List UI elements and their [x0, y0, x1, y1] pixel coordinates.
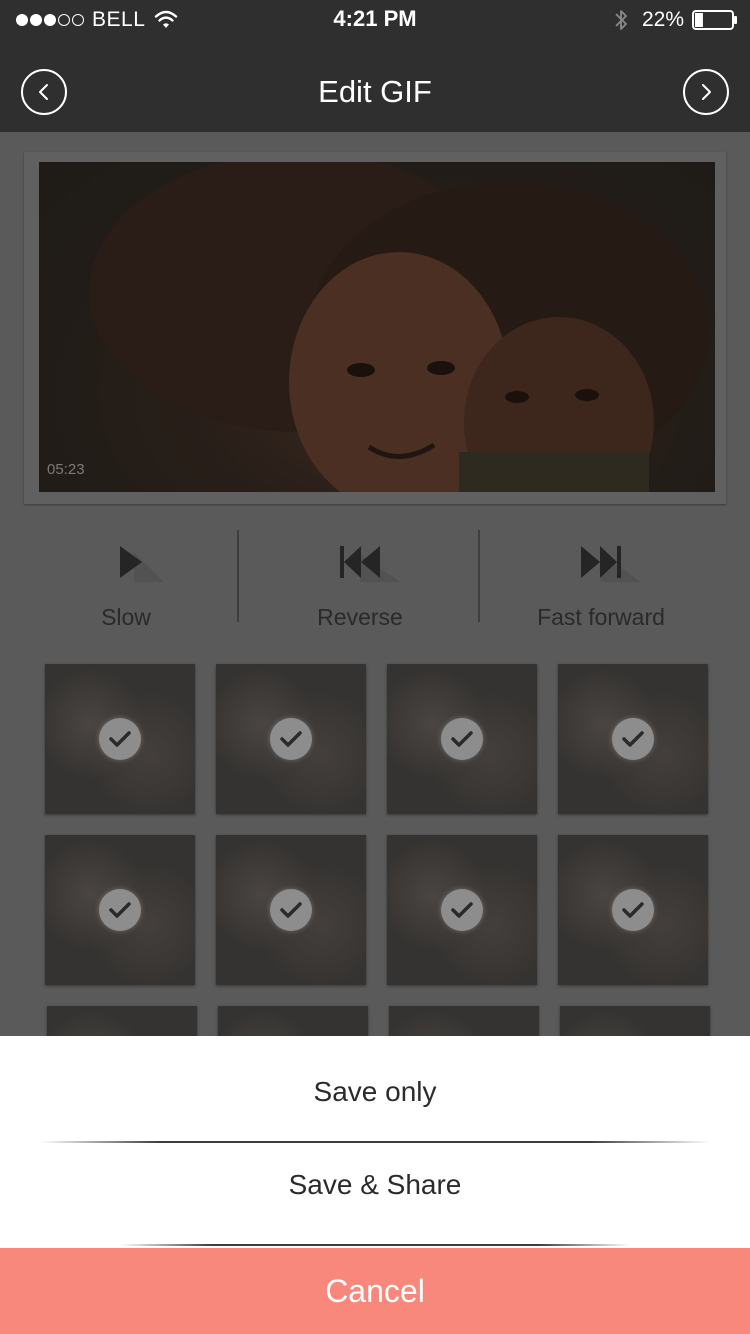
status-right: 22%: [614, 6, 738, 34]
battery-icon: [692, 10, 737, 30]
check-icon[interactable]: [270, 889, 312, 931]
frame-thumbnail[interactable]: [45, 835, 195, 985]
fast-forward-icon: [581, 546, 641, 582]
play-icon: [120, 546, 164, 582]
save-share-button[interactable]: Save & Share: [0, 1169, 750, 1201]
edit-content: 05:23 Slow Reverse Fast forward: [0, 132, 750, 1156]
frame-thumbnail[interactable]: [387, 664, 537, 814]
frame-thumbnail[interactable]: [387, 835, 537, 985]
cancel-button[interactable]: Cancel: [0, 1248, 750, 1334]
check-icon[interactable]: [99, 889, 141, 931]
fast-forward-label: Fast forward: [537, 604, 665, 630]
frame-thumbnail[interactable]: [216, 664, 366, 814]
chevron-right-icon: [702, 84, 711, 100]
rewind-icon: [340, 546, 400, 582]
status-bar: BELL 4:21 PM 22%: [0, 0, 750, 40]
frame-thumbnail[interactable]: [45, 664, 195, 814]
check-icon[interactable]: [270, 718, 312, 760]
fast-forward-control[interactable]: Fast forward: [481, 530, 721, 634]
next-button[interactable]: [683, 69, 729, 115]
divider: [40, 1141, 710, 1143]
check-icon[interactable]: [612, 718, 654, 760]
frame-grid: [0, 664, 750, 1156]
frame-thumbnail[interactable]: [558, 664, 708, 814]
divider: [120, 1244, 630, 1246]
page-title: Edit GIF: [318, 74, 432, 109]
bluetooth-icon: [615, 10, 627, 30]
reverse-label: Reverse: [317, 604, 403, 630]
check-icon[interactable]: [441, 718, 483, 760]
check-icon[interactable]: [441, 889, 483, 931]
slow-control[interactable]: Slow: [6, 530, 246, 634]
nav-bar: Edit GIF: [0, 40, 750, 132]
slow-label: Slow: [101, 604, 151, 630]
video-timestamp: 05:23: [47, 461, 85, 478]
divider: [237, 530, 239, 622]
check-icon[interactable]: [612, 889, 654, 931]
reverse-control[interactable]: Reverse: [240, 530, 480, 634]
save-only-button[interactable]: Save only: [0, 1076, 750, 1108]
playback-controls: Slow Reverse Fast forward: [0, 530, 750, 634]
battery-percent: 22%: [641, 8, 684, 31]
check-icon[interactable]: [99, 718, 141, 760]
frame-thumbnail[interactable]: [558, 835, 708, 985]
divider: [478, 530, 480, 622]
video-preview-card: 05:23: [24, 152, 726, 504]
video-photo: [89, 162, 709, 492]
frame-thumbnail[interactable]: [216, 835, 366, 985]
video-preview[interactable]: 05:23: [39, 162, 715, 492]
